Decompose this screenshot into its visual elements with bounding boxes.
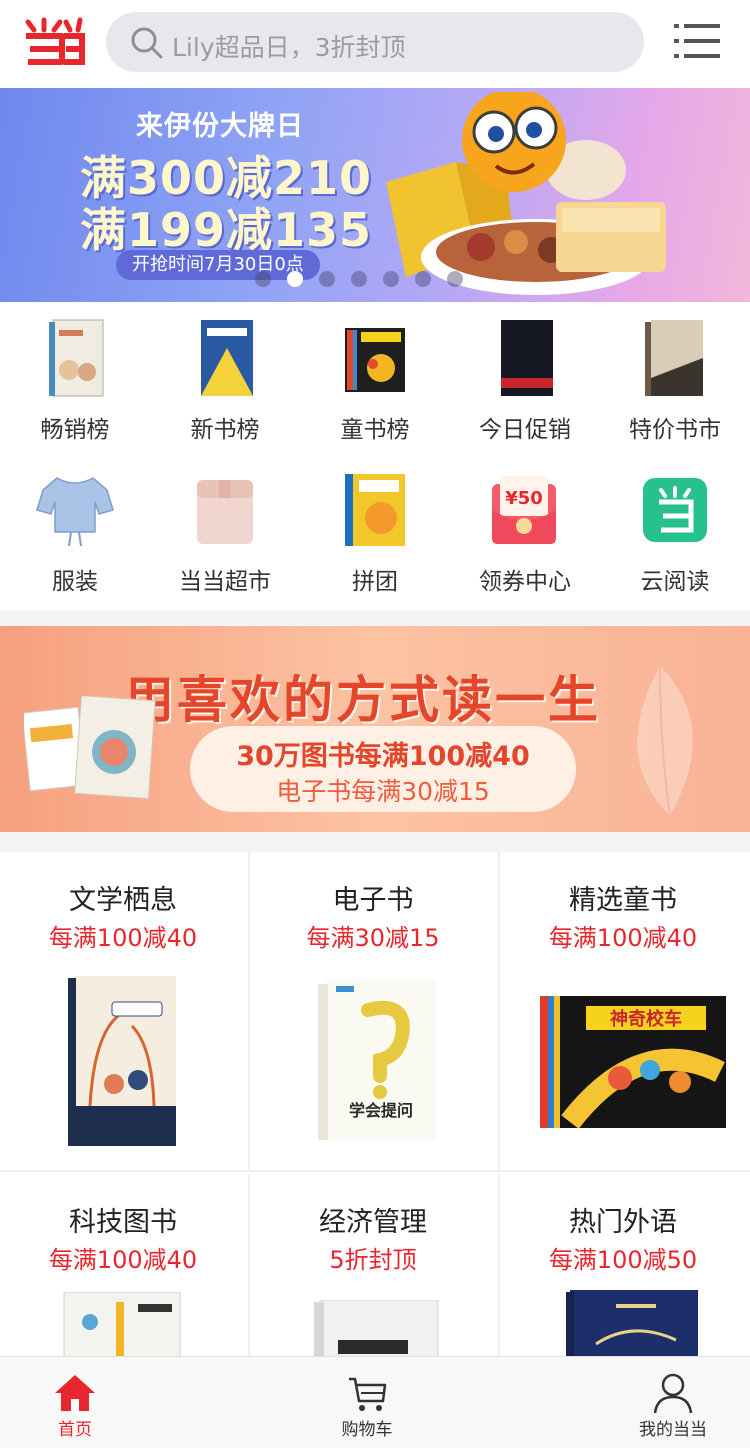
hero-title: 来伊份大牌日	[136, 111, 304, 142]
section-title: 热门外语	[569, 1207, 677, 1238]
category-label: 特价书市	[629, 417, 721, 443]
category-label: 童书榜	[340, 417, 410, 443]
promo-offer-books: 30万图书每满100减40	[236, 741, 530, 772]
carousel-dot[interactable]	[447, 271, 463, 287]
category-bestseller[interactable]: 畅销榜	[0, 302, 150, 452]
category-bargain[interactable]: 特价书市	[600, 302, 750, 452]
leaf-decoration	[637, 665, 693, 817]
section-title: 文学栖息	[69, 885, 177, 916]
section-offer: 每满30减15	[306, 924, 440, 952]
book-section-grid: 文学栖息 每满100减40 电子书 每满30减15 学会提问 精选童书 每满10…	[0, 852, 750, 1372]
book-set-icon	[345, 328, 405, 392]
dangdang-logo-icon[interactable]	[22, 16, 86, 66]
book-set-icon	[345, 474, 405, 546]
section-title: 电子书	[332, 885, 414, 916]
search-placeholder: Lily超品日，3折封顶	[172, 33, 406, 62]
book-cover-icon	[201, 320, 253, 396]
cover-title: 学会提问	[349, 1101, 413, 1120]
category-coupon-center[interactable]: ¥50 领券中心	[450, 454, 600, 604]
section-title: 精选童书	[569, 885, 677, 916]
promo-books-illustration	[24, 696, 156, 800]
category-label: 领券中心	[479, 569, 571, 595]
cart-icon	[349, 1377, 387, 1411]
section-offer: 5折封顶	[329, 1246, 417, 1274]
cover-title: 神奇校车	[610, 1008, 682, 1030]
reading-promo-banner[interactable]: 用喜欢的方式读一生 30万图书每满100减40 电子书每满30减15	[0, 626, 750, 832]
bottom-tab-bar: 首页 购物车 我的当当	[0, 1356, 750, 1448]
carousel-dot[interactable]	[415, 271, 431, 287]
section-offer: 每满100减40	[548, 924, 698, 952]
carousel-dot[interactable]	[255, 271, 271, 287]
category-cloud-reading[interactable]: 云阅读	[600, 454, 750, 604]
snack-mascot-illustration	[386, 92, 666, 295]
section-title: 科技图书	[69, 1207, 177, 1238]
carousel-dot[interactable]	[319, 271, 335, 287]
book-cover-image	[68, 976, 176, 1146]
category-label: 云阅读	[640, 569, 710, 595]
tab-label: 我的当当	[639, 1420, 707, 1440]
section-ebooks[interactable]: 电子书 每满30减15 学会提问	[250, 852, 500, 1172]
tab-home[interactable]: 首页	[0, 1357, 150, 1448]
carousel-indicators[interactable]	[255, 271, 463, 287]
book-cover-icon	[645, 320, 703, 396]
section-offer: 每满100减50	[548, 1246, 698, 1274]
category-label: 服装	[52, 569, 98, 595]
category-grid: 畅销榜 新书榜 童书榜 今日促销 特价书市 服装 当当超市 拼团 ¥50 领券中…	[0, 302, 750, 610]
red-envelope-icon: ¥50	[492, 476, 556, 544]
user-icon	[653, 1373, 693, 1414]
carousel-dot-active[interactable]	[287, 271, 303, 287]
promo-offer-pill: 30万图书每满100减40 电子书每满30减15	[190, 726, 576, 812]
section-literature[interactable]: 文学栖息 每满100减40	[0, 852, 250, 1172]
tab-my-dangdang[interactable]: 我的当当	[598, 1357, 748, 1448]
category-group-buy[interactable]: 拼团	[300, 454, 450, 604]
cloud-reading-app-icon	[643, 478, 707, 542]
category-kidsbooks[interactable]: 童书榜	[300, 302, 450, 452]
section-economics[interactable]: 经济管理 5折封顶	[250, 1174, 500, 1372]
home-icon	[55, 1375, 95, 1411]
search-icon	[131, 27, 163, 59]
menu-list-icon[interactable]	[672, 18, 722, 64]
category-label: 当当超市	[179, 569, 271, 595]
book-set-image: 神奇校车	[540, 996, 726, 1129]
tab-cart[interactable]: 购物车	[292, 1357, 442, 1448]
promo-headline: 用喜欢的方式读一生	[124, 671, 601, 729]
section-kids[interactable]: 精选童书 每满100减40 神奇校车	[500, 852, 750, 1172]
category-newbooks[interactable]: 新书榜	[150, 302, 300, 452]
carousel-dot[interactable]	[383, 271, 399, 287]
tab-label: 购物车	[341, 1420, 393, 1440]
category-label: 拼团	[352, 569, 398, 595]
category-clothing[interactable]: 服装	[0, 454, 150, 604]
page: Lily超品日，3折封顶 来伊份大牌日 满300减210 满199减135 开抢…	[0, 0, 750, 1448]
bedding-icon	[197, 480, 253, 544]
section-tech[interactable]: 科技图书 每满100减40	[0, 1174, 250, 1372]
category-label: 新书榜	[190, 417, 260, 443]
category-supermarket[interactable]: 当当超市	[150, 454, 300, 604]
category-label: 今日促销	[479, 417, 571, 443]
section-offer: 每满100减40	[48, 924, 198, 952]
section-languages[interactable]: 热门外语 每满100减50	[500, 1174, 750, 1372]
section-offer: 每满100减40	[48, 1246, 198, 1274]
book-cover-icon	[49, 319, 104, 397]
promo-offer-ebooks: 电子书每满30减15	[276, 777, 490, 806]
hero-banner-carousel[interactable]: 来伊份大牌日 满300减210 满199减135 开抢时间7月30日0点	[0, 88, 750, 302]
search-bar[interactable]: Lily超品日，3折封顶	[106, 12, 644, 72]
shirt-icon	[36, 477, 114, 547]
section-title: 经济管理	[319, 1207, 427, 1238]
coupon-badge: ¥50	[505, 488, 543, 509]
top-header: Lily超品日，3折封顶	[0, 0, 750, 88]
tab-label: 首页	[58, 1420, 92, 1440]
book-cover-image: 学会提问	[318, 980, 436, 1140]
carousel-dot[interactable]	[351, 271, 367, 287]
category-label: 畅销榜	[40, 417, 110, 443]
book-cover-icon	[501, 320, 553, 396]
category-daily-promo[interactable]: 今日促销	[450, 302, 600, 452]
